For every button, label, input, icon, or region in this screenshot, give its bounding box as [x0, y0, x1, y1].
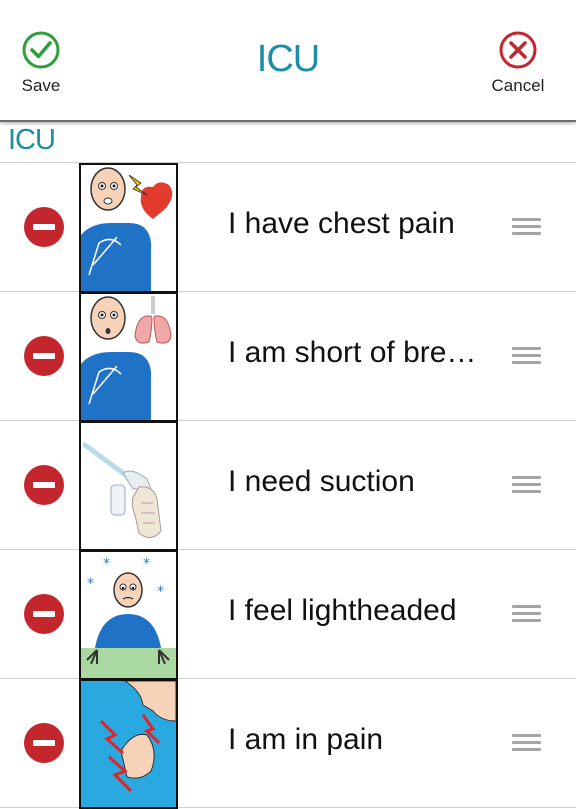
phrase-label: I have chest pain: [228, 207, 455, 240]
chest-pain-icon: [79, 163, 178, 293]
short-of-breath-icon: [79, 292, 178, 422]
section-header: ICU: [8, 124, 56, 156]
delete-button[interactable]: [24, 723, 64, 763]
svg-text:*: *: [87, 576, 94, 592]
cancel-label: Cancel: [491, 76, 545, 95]
phrase-label: I need suction: [228, 465, 415, 498]
delete-button[interactable]: [24, 594, 64, 634]
drag-handle-icon[interactable]: [512, 476, 541, 494]
top-bar: Save ICU Cancel: [0, 0, 576, 122]
lightheaded-icon: * * * *: [79, 550, 178, 680]
phrase-label: I feel lightheaded: [228, 594, 457, 627]
svg-text:*: *: [103, 556, 110, 572]
phrase-label: I am in pain: [228, 723, 384, 756]
list-item[interactable]: I am short of bre…: [0, 292, 576, 422]
suction-icon: [79, 421, 178, 551]
list-item[interactable]: * * * * I feel lightheaded: [0, 550, 576, 680]
pain-icon: [79, 679, 178, 809]
delete-button[interactable]: [24, 207, 64, 247]
drag-handle-icon[interactable]: [512, 347, 541, 365]
phrase-label: I am short of bre…: [228, 336, 477, 369]
list-item[interactable]: I am in pain: [0, 679, 576, 809]
cancel-button[interactable]: Cancel: [478, 30, 558, 96]
drag-handle-icon[interactable]: [512, 605, 541, 623]
delete-button[interactable]: [24, 336, 64, 376]
list-item[interactable]: I need suction: [0, 421, 576, 551]
list-item[interactable]: I have chest pain: [0, 163, 576, 293]
drag-handle-icon[interactable]: [512, 734, 541, 752]
x-circle-icon: [499, 31, 537, 69]
svg-text:*: *: [143, 556, 150, 572]
phrase-list: I have chest pain I am short of bre… I n…: [0, 163, 576, 809]
svg-text:*: *: [157, 584, 164, 600]
drag-handle-icon[interactable]: [512, 218, 541, 236]
delete-button[interactable]: [24, 465, 64, 505]
